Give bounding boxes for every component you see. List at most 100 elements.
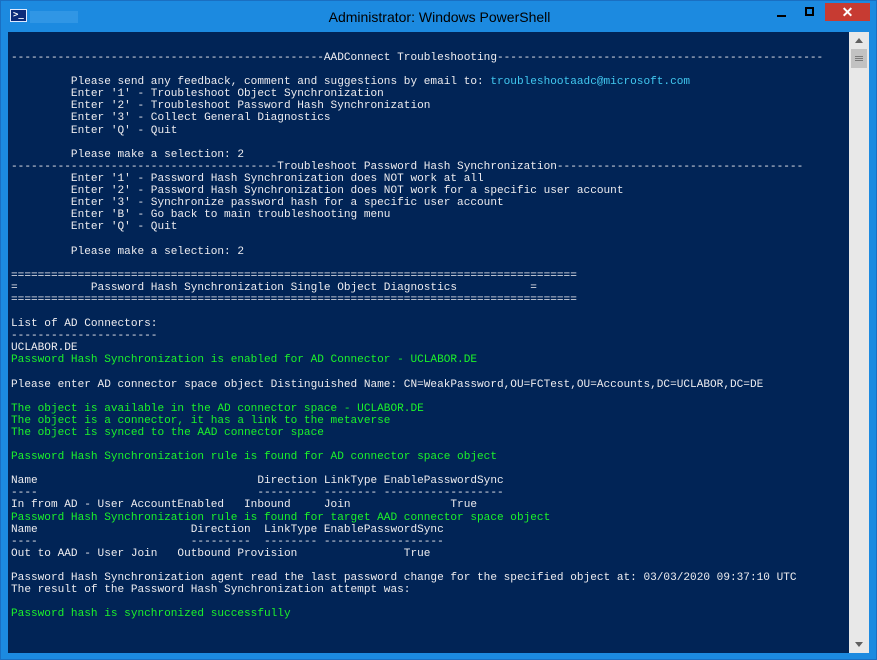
console-line: Password Hash Synchronization rule is fo… [11, 512, 823, 524]
console-line: ----------------------------------------… [11, 161, 823, 173]
console-line: ========================================… [11, 270, 823, 282]
console-line-text: UCLABOR.DE [11, 342, 78, 355]
console-line-text: Enter '2' - Password Hash Synchronizatio… [11, 185, 624, 198]
console-line-text: Password Hash Synchronization rule is fo… [11, 451, 497, 464]
console-line-text: ========================================… [11, 269, 577, 282]
minimize-button[interactable] [769, 3, 795, 21]
console-line-text: Password Hash Synchronization rule is fo… [11, 511, 551, 524]
console-line: Enter '2' - Troubleshoot Password Hash S… [11, 100, 823, 112]
console-line-text: ---- --------- -------- ----------------… [11, 487, 504, 500]
vertical-scrollbar[interactable] [849, 32, 869, 653]
console-line-text: Enter '2' - Troubleshoot Password Hash S… [11, 100, 431, 113]
grip-line [855, 60, 863, 61]
console-line-text: ----------------------------------------… [11, 52, 824, 64]
console-line-text: Please make a selection: 2 [11, 148, 245, 161]
console-line-text: The object is synced to the AAD connecto… [11, 426, 324, 439]
console-line-text: Enter '3' - Collect General Diagnostics [11, 112, 331, 125]
scroll-up-button[interactable] [849, 32, 869, 49]
console-line: ---- --------- -------- ----------------… [11, 536, 823, 548]
console-line: Password hash is synchronized successful… [11, 608, 823, 620]
console-line-text: Enter 'Q' - Quit [11, 221, 178, 234]
console-line-text: List of AD Connectors: [11, 318, 158, 331]
console-line: In from AD - User AccountEnabled Inbound… [11, 499, 823, 511]
arrow-down-icon [855, 642, 863, 647]
console-line: Enter '3' - Collect General Diagnostics [11, 112, 823, 124]
close-icon: ✕ [841, 4, 854, 20]
console-line-text: Please make a selection: 2 [11, 245, 245, 258]
window-title: Administrator: Windows PowerShell [328, 9, 551, 25]
console-line: List of AD Connectors: [11, 318, 823, 330]
console-line-text: Please send any feedback, comment and su… [11, 76, 491, 89]
arrow-up-icon [855, 38, 863, 43]
console-line-text: Enter '1' - Password Hash Synchronizatio… [11, 172, 484, 185]
console-line: Enter '3' - Synchronize password hash fo… [11, 197, 823, 209]
console-line: ----------------------------------------… [11, 52, 823, 64]
scroll-down-button[interactable] [849, 636, 869, 653]
window-bottom-border [8, 653, 869, 659]
console-line-text: Password Hash Synchronization agent read… [11, 572, 797, 585]
console-line-text: Out to AAD - User Join Outbound Provisio… [11, 547, 431, 560]
console-line: Out to AAD - User Join Outbound Provisio… [11, 548, 823, 560]
feedback-email-link: troubleshootaadc@microsoft.com [490, 76, 691, 89]
maximize-button[interactable] [797, 3, 823, 21]
console-text: ----------------------------------------… [11, 52, 823, 620]
console-line-text: ---------------------- [11, 330, 158, 343]
console-line: Please make a selection: 2 [11, 149, 823, 161]
console-line: The object is a connector, it has a link… [11, 415, 823, 427]
minimize-icon [777, 15, 786, 17]
console-line: Please send any feedback, comment and su… [11, 76, 823, 88]
console-line-text: Please enter AD connector space object D… [11, 378, 764, 391]
console-line: Enter '1' - Troubleshoot Object Synchron… [11, 88, 823, 100]
console-line-text: Enter 'B' - Go back to main troubleshoot… [11, 209, 391, 222]
console-line: Enter 'Q' - Quit [11, 221, 823, 233]
console-line-text: Name Direction LinkType EnablePasswordSy… [11, 475, 504, 488]
console-line: The object is available in the AD connec… [11, 403, 823, 415]
console-line: Name Direction LinkType EnablePasswordSy… [11, 475, 823, 487]
console-line-text: Password Hash Synchronization is enabled… [11, 354, 478, 367]
console-line: Enter '2' - Password Hash Synchronizatio… [11, 185, 823, 197]
maximize-icon [805, 7, 814, 16]
console-line-text: = Password Hash Synchronization Single O… [11, 281, 537, 294]
console-line: Password Hash Synchronization rule is fo… [11, 451, 823, 463]
console-line: Please enter AD connector space object D… [11, 379, 823, 391]
console-line-text: Password hash is synchronized successful… [11, 608, 291, 621]
console-line-text: In from AD - User AccountEnabled Inbound… [11, 499, 478, 512]
console-line: Enter '1' - Password Hash Synchronizatio… [11, 173, 823, 185]
grip-line [855, 58, 863, 59]
console-output[interactable]: ----------------------------------------… [8, 32, 849, 653]
console-line: Name Direction LinkType EnablePasswordSy… [11, 524, 823, 536]
console-line-text: ========================================… [11, 293, 577, 306]
console-line: The result of the Password Hash Synchron… [11, 584, 823, 596]
close-button[interactable]: ✕ [825, 3, 870, 21]
scrollbar-thumb[interactable] [851, 49, 867, 68]
console-line-text: The result of the Password Hash Synchron… [11, 584, 411, 597]
title-bar[interactable]: >_ Administrator: Windows PowerShell ✕ [1, 1, 876, 32]
console-line: Password Hash Synchronization agent read… [11, 572, 823, 584]
console-line-text: The object is available in the AD connec… [11, 402, 424, 415]
console-line: UCLABOR.DE [11, 342, 823, 354]
console-line-text: Name Direction LinkType EnablePasswordSy… [11, 523, 444, 536]
powershell-window: >_ Administrator: Windows PowerShell ✕ -… [0, 0, 877, 660]
console-line: The object is synced to the AAD connecto… [11, 427, 823, 439]
console-line: Enter 'Q' - Quit [11, 125, 823, 137]
console-line-text: Enter '1' - Troubleshoot Object Synchron… [11, 88, 384, 101]
console-line-text: Enter 'Q' - Quit [11, 124, 178, 137]
console-line-text: Enter '3' - Synchronize password hash fo… [11, 197, 504, 210]
console-line: Please make a selection: 2 [11, 246, 823, 258]
grip-line [855, 56, 863, 57]
console-line-text: The object is a connector, it has a link… [11, 414, 391, 427]
console-line-text: ----------------------------------------… [11, 160, 804, 173]
console-line: = Password Hash Synchronization Single O… [11, 282, 823, 294]
console-line: ========================================… [11, 294, 823, 306]
console-line: ---- --------- -------- ----------------… [11, 487, 823, 499]
console-line-text: ---- --------- -------- ----------------… [11, 535, 444, 548]
console-line: Password Hash Synchronization is enabled… [11, 354, 823, 366]
